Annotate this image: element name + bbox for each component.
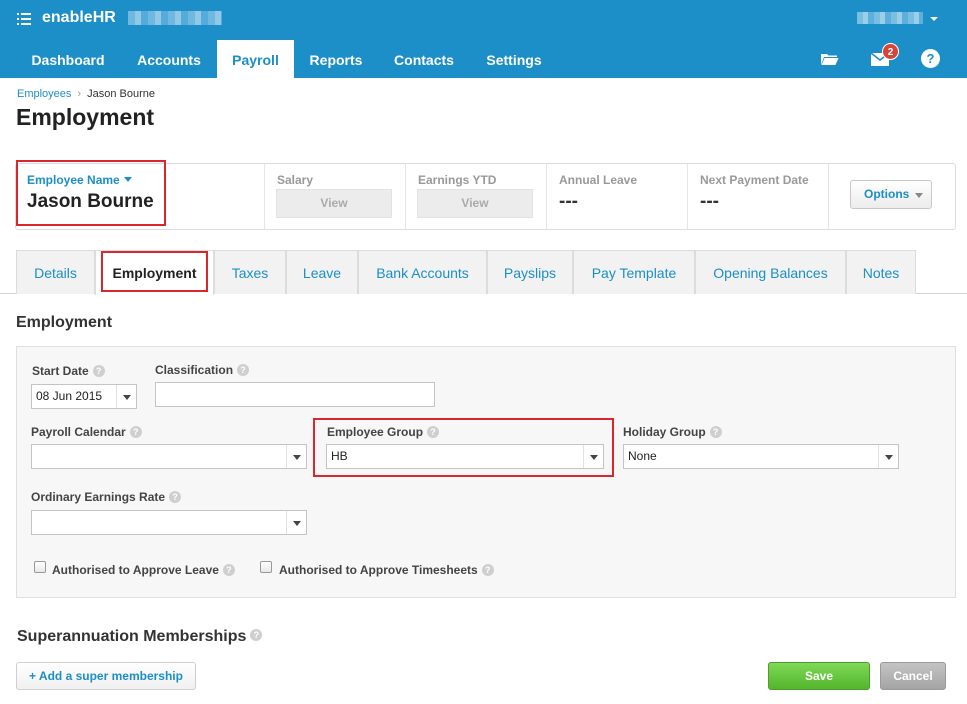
classification-label: Classification? xyxy=(155,363,250,377)
help-icon[interactable]: ? xyxy=(222,564,235,576)
options-button[interactable]: Options xyxy=(850,180,932,209)
next-payment-value: --- xyxy=(700,191,719,212)
cancel-button[interactable]: Cancel xyxy=(880,662,946,690)
start-date-value: 08 Jun 2015 xyxy=(36,389,103,403)
chevron-down-icon[interactable] xyxy=(878,445,898,468)
user-name-redacted[interactable] xyxy=(857,12,923,24)
earnings-ytd-column: Earnings YTD View xyxy=(406,164,547,229)
breadcrumb: Employees › Jason Bourne xyxy=(17,88,155,100)
classification-input[interactable] xyxy=(155,382,435,407)
chevron-down-icon[interactable] xyxy=(930,17,938,21)
nav-contacts[interactable]: Contacts xyxy=(378,40,470,78)
tab-employment-highlight xyxy=(101,251,208,292)
ordinary-earnings-rate-label: Ordinary Earnings Rate? xyxy=(31,490,182,504)
nav-accounts[interactable]: Accounts xyxy=(121,40,217,78)
tab-bank-accounts[interactable]: Bank Accounts xyxy=(358,250,487,294)
chevron-down-icon xyxy=(123,177,132,182)
next-payment-column: Next Payment Date --- xyxy=(688,164,829,229)
employee-name-value: Jason Bourne xyxy=(27,191,154,212)
earnings-ytd-label: Earnings YTD xyxy=(418,173,497,187)
holiday-group-value: None xyxy=(628,449,657,463)
help-icon[interactable]: ? xyxy=(481,564,494,576)
employee-name-column: Employee Name Jason Bourne xyxy=(16,160,265,229)
payroll-calendar-label: Payroll Calendar? xyxy=(31,425,142,439)
approve-leave-label: Authorised to Approve Leave? xyxy=(52,563,235,577)
chevron-down-icon[interactable] xyxy=(286,511,306,534)
approve-timesheets-checkbox[interactable] xyxy=(260,561,272,573)
chevron-down-icon xyxy=(915,193,923,198)
ordinary-earnings-rate-select[interactable] xyxy=(31,510,307,535)
payroll-calendar-select[interactable] xyxy=(31,444,307,469)
help-icon[interactable]: ? xyxy=(921,49,940,68)
menu-icon[interactable] xyxy=(17,13,31,25)
annual-leave-label: Annual Leave xyxy=(559,173,638,187)
holiday-group-select[interactable]: None xyxy=(623,444,899,469)
nav-dashboard[interactable]: Dashboard xyxy=(15,40,121,78)
help-icon[interactable]: ? xyxy=(129,426,142,438)
tab-details[interactable]: Details xyxy=(16,250,95,294)
nav-reports[interactable]: Reports xyxy=(294,40,378,78)
save-button[interactable]: Save xyxy=(768,662,870,690)
breadcrumb-employees-link[interactable]: Employees xyxy=(17,88,71,100)
tab-leave[interactable]: Leave xyxy=(286,250,358,294)
nav-payroll[interactable]: Payroll xyxy=(217,40,294,78)
approve-timesheets-label: Authorised to Approve Timesheets? xyxy=(279,563,494,577)
employment-section-title: Employment xyxy=(16,314,113,331)
main-nav: Dashboard Accounts Payroll Reports Conta… xyxy=(0,40,967,78)
help-icon[interactable]: ? xyxy=(237,364,250,376)
employee-group-label: Employee Group? xyxy=(327,425,440,439)
top-bar: enableHR xyxy=(0,0,967,40)
tab-taxes[interactable]: Taxes xyxy=(214,250,286,294)
next-payment-label: Next Payment Date xyxy=(700,173,809,187)
organisation-name-redacted xyxy=(128,11,222,25)
chevron-down-icon[interactable] xyxy=(116,385,136,408)
mail-count-badge: 2 xyxy=(882,43,899,60)
employee-name-label: Employee Name xyxy=(27,173,120,187)
annual-leave-column: Annual Leave --- xyxy=(547,164,688,229)
approve-leave-checkbox[interactable] xyxy=(34,561,46,573)
employee-group-value: HB xyxy=(331,449,348,463)
breadcrumb-current: Jason Bourne xyxy=(87,88,155,100)
help-icon[interactable]: ? xyxy=(427,426,440,438)
nav-settings[interactable]: Settings xyxy=(470,40,558,78)
help-icon[interactable]: ? xyxy=(169,491,182,503)
salary-view-button[interactable]: View xyxy=(276,189,392,218)
employee-summary-card: Employee Name Jason Bourne Salary View E… xyxy=(15,160,956,230)
folder-icon[interactable] xyxy=(820,52,839,66)
tab-pay-template[interactable]: Pay Template xyxy=(573,250,695,294)
salary-column: Salary View xyxy=(265,164,406,229)
tab-notes[interactable]: Notes xyxy=(846,250,916,294)
start-date-label: Start Date? xyxy=(32,364,105,378)
brand-logo[interactable]: enableHR xyxy=(42,9,116,27)
salary-label: Salary xyxy=(277,173,314,187)
chevron-down-icon[interactable] xyxy=(583,445,603,468)
chevron-down-icon[interactable] xyxy=(286,445,306,468)
help-icon[interactable]: ? xyxy=(709,426,722,438)
page-title: Employment xyxy=(16,104,155,130)
earnings-ytd-view-button[interactable]: View xyxy=(417,189,533,218)
help-icon[interactable]: ? xyxy=(250,629,263,641)
tab-opening-balances[interactable]: Opening Balances xyxy=(695,250,846,294)
help-icon[interactable]: ? xyxy=(92,365,105,377)
holiday-group-label: Holiday Group? xyxy=(623,425,722,439)
breadcrumb-separator: › xyxy=(77,88,82,100)
add-super-membership-button[interactable]: + Add a super membership xyxy=(16,662,196,690)
employee-name-dropdown[interactable]: Employee Name xyxy=(27,173,132,187)
start-date-picker[interactable]: 08 Jun 2015 xyxy=(31,384,137,409)
employee-group-select[interactable]: HB xyxy=(326,444,604,469)
annual-leave-value: --- xyxy=(559,191,578,212)
superannuation-title: Superannuation Memberships? xyxy=(17,628,263,646)
tab-payslips[interactable]: Payslips xyxy=(487,250,573,294)
options-label: Options xyxy=(864,187,910,201)
